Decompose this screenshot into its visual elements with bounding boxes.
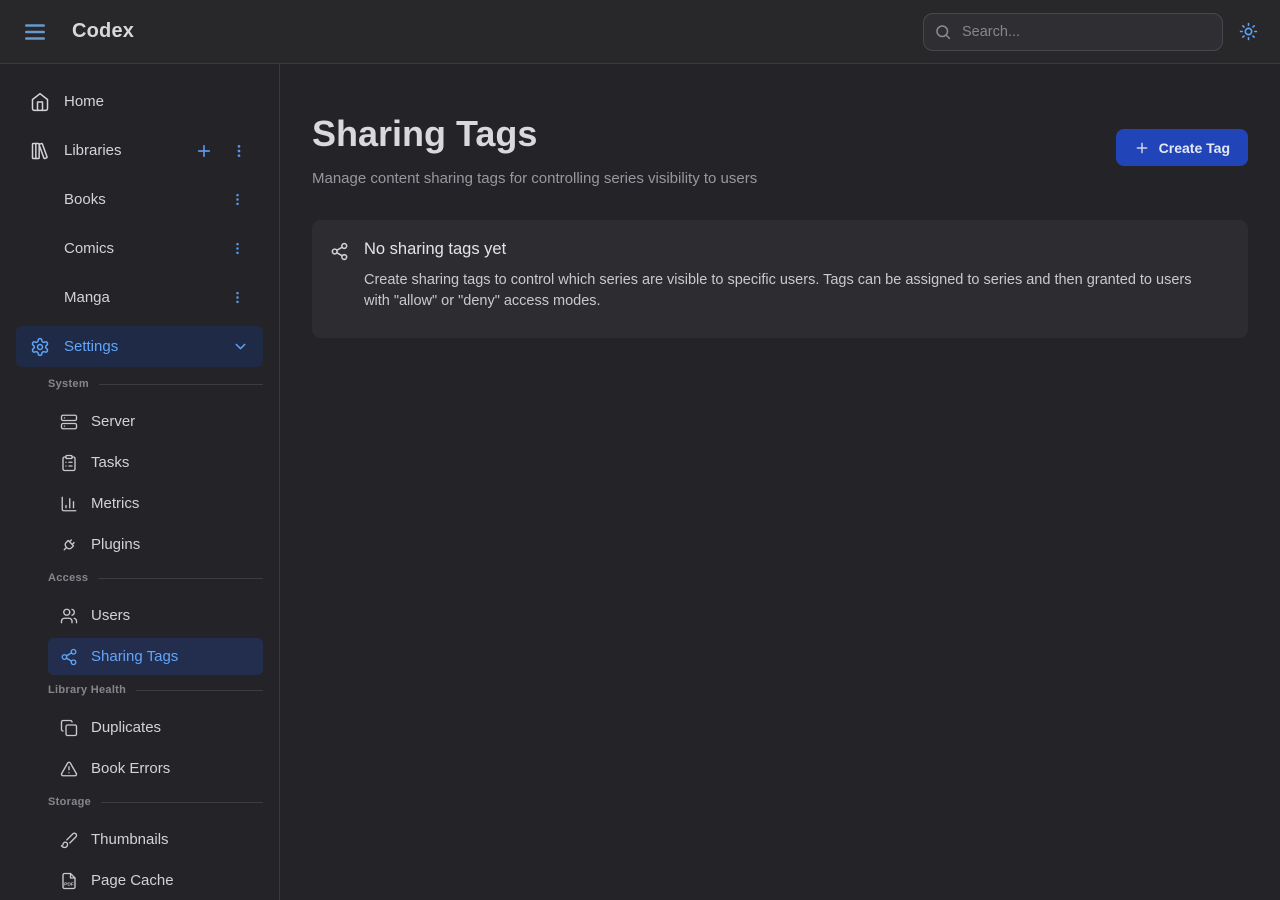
comics-menu-button[interactable] — [228, 239, 247, 258]
libraries-menu-button[interactable] — [229, 141, 249, 161]
section-header-access: Access — [48, 569, 263, 587]
sidebar-item-comics[interactable]: Comics — [48, 228, 263, 269]
search-container — [923, 13, 1223, 51]
create-tag-button[interactable]: Create Tag — [1116, 129, 1248, 166]
sidebar-item-home[interactable]: Home — [16, 81, 263, 122]
sub-item-label: Users — [91, 607, 130, 624]
home-icon — [30, 92, 50, 112]
kebab-icon — [230, 241, 245, 256]
add-library-button[interactable] — [193, 140, 215, 162]
plus-icon — [195, 142, 213, 160]
library-icon — [30, 141, 50, 161]
svg-text:PDF: PDF — [64, 881, 74, 887]
sub-item-label: Plugins — [91, 536, 140, 553]
sidebar-item-manga[interactable]: Manga — [48, 277, 263, 318]
kebab-icon — [230, 192, 245, 207]
sidebar-item-label: Home — [64, 93, 104, 110]
hamburger-menu-button[interactable] — [22, 19, 48, 45]
plus-icon — [1134, 140, 1150, 156]
theme-toggle-button[interactable] — [1239, 22, 1258, 41]
sidebar-item-plugins[interactable]: Plugins — [48, 526, 263, 563]
sub-item-label: Tasks — [91, 454, 129, 471]
sidebar-item-label: Libraries — [64, 142, 122, 159]
main-content: Sharing Tags Manage content sharing tags… — [280, 64, 1280, 900]
sidebar-item-sharing-tags[interactable]: Sharing Tags — [48, 638, 263, 675]
sub-item-label: Page Cache — [91, 872, 174, 889]
users-icon — [60, 607, 78, 625]
section-header-label: Library Health — [48, 684, 126, 696]
menu-icon — [22, 19, 48, 45]
section-header-label: Access — [48, 572, 88, 584]
clipboard-list-icon — [60, 454, 78, 472]
sub-item-label: Metrics — [91, 495, 139, 512]
empty-state-description: Create sharing tags to control which ser… — [364, 270, 1196, 312]
empty-state-title: No sharing tags yet — [364, 240, 1196, 259]
sidebar-item-page-cache[interactable]: PDF Page Cache — [48, 862, 263, 899]
share-icon — [60, 648, 78, 666]
section-header-label: System — [48, 378, 89, 390]
empty-state-card: No sharing tags yet Create sharing tags … — [312, 220, 1248, 338]
library-item-label: Comics — [64, 240, 114, 257]
server-icon — [60, 413, 78, 431]
section-header-label: Storage — [48, 796, 91, 808]
topbar: Codex — [0, 0, 1280, 64]
chevron-down-icon — [232, 338, 249, 355]
sub-item-label: Sharing Tags — [91, 648, 178, 665]
paintbrush-icon — [60, 831, 78, 849]
section-header-library-health: Library Health — [48, 681, 263, 699]
library-item-label: Books — [64, 191, 106, 208]
kebab-icon — [230, 290, 245, 305]
sidebar-item-books[interactable]: Books — [48, 179, 263, 220]
sidebar-item-tasks[interactable]: Tasks — [48, 444, 263, 481]
sub-item-label: Duplicates — [91, 719, 161, 736]
share-icon — [330, 240, 349, 312]
page-header-text: Sharing Tags Manage content sharing tags… — [312, 114, 757, 187]
divider — [98, 578, 263, 579]
sidebar-item-label: Settings — [64, 338, 118, 355]
copy-icon — [60, 719, 78, 737]
sidebar-item-duplicates[interactable]: Duplicates — [48, 709, 263, 746]
bar-chart-icon — [60, 495, 78, 513]
gear-icon — [30, 337, 50, 357]
search-input[interactable] — [923, 13, 1223, 51]
divider — [99, 384, 263, 385]
sidebar-item-users[interactable]: Users — [48, 597, 263, 634]
library-item-label: Manga — [64, 289, 110, 306]
app-title: Codex — [72, 20, 134, 43]
page-header: Sharing Tags Manage content sharing tags… — [312, 114, 1248, 187]
sub-item-label: Book Errors — [91, 760, 170, 777]
section-header-storage: Storage — [48, 793, 263, 811]
sidebar-item-libraries[interactable]: Libraries — [16, 130, 263, 171]
sidebar-item-settings[interactable]: Settings — [16, 326, 263, 367]
sub-item-label: Thumbnails — [91, 831, 169, 848]
sun-icon — [1239, 22, 1258, 41]
manga-menu-button[interactable] — [228, 288, 247, 307]
sidebar-item-server[interactable]: Server — [48, 403, 263, 440]
sidebar: Home Libraries Books — [0, 64, 280, 900]
alert-triangle-icon — [60, 760, 78, 778]
kebab-icon — [231, 143, 247, 159]
divider — [101, 802, 263, 803]
pdf-file-icon: PDF — [60, 872, 78, 890]
section-header-system: System — [48, 375, 263, 393]
plug-icon — [60, 536, 78, 554]
search-icon — [934, 23, 952, 41]
page-title: Sharing Tags — [312, 114, 757, 154]
page-subtitle: Manage content sharing tags for controll… — [312, 170, 757, 187]
sidebar-item-metrics[interactable]: Metrics — [48, 485, 263, 522]
sub-item-label: Server — [91, 413, 135, 430]
divider — [136, 690, 263, 691]
sidebar-item-thumbnails[interactable]: Thumbnails — [48, 821, 263, 858]
create-tag-button-label: Create Tag — [1159, 140, 1230, 156]
empty-state-text: No sharing tags yet Create sharing tags … — [364, 240, 1196, 312]
books-menu-button[interactable] — [228, 190, 247, 209]
sidebar-item-book-errors[interactable]: Book Errors — [48, 750, 263, 787]
